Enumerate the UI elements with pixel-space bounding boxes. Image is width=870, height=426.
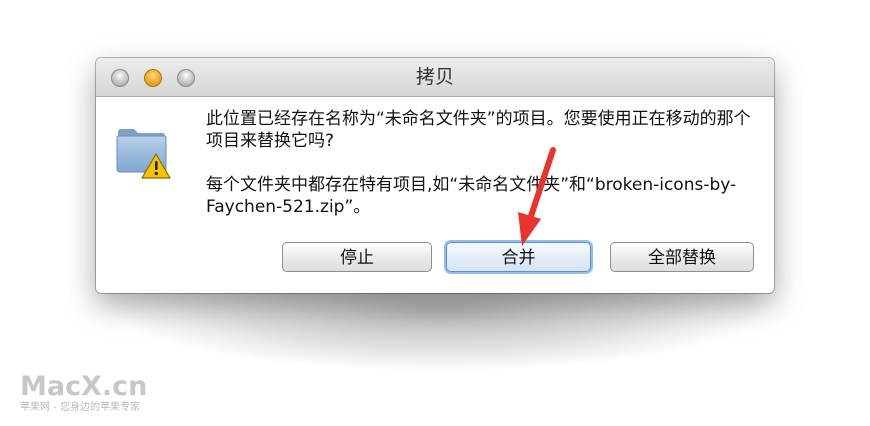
replace-all-button[interactable]: 全部替换 bbox=[610, 242, 754, 272]
watermark: MacX.cn 苹果网 - 您身边的苹果专家 bbox=[20, 372, 147, 414]
copy-dialog: 拷贝 此位置已经存在名称为“未命名文件夹”的项目。您要使用正在移动的那个项目来替… bbox=[96, 58, 774, 293]
stop-button[interactable]: 停止 bbox=[282, 242, 432, 272]
message-secondary: 每个文件夹中都存在特有项目,如“未命名文件夹”和“broken-icons-by… bbox=[206, 175, 737, 217]
title-bar: 拷贝 bbox=[96, 58, 774, 97]
message-primary: 此位置已经存在名称为“未命名文件夹”的项目。您要使用正在移动的那个项目来替换它吗… bbox=[206, 109, 751, 151]
watermark-tagline: 苹果网 - 您身边的苹果专家 bbox=[20, 402, 140, 413]
dialog-message: 此位置已经存在名称为“未命名文件夹”的项目。您要使用正在移动的那个项目来替换它吗… bbox=[206, 108, 754, 218]
folder-warning-icon bbox=[114, 124, 174, 180]
window-title: 拷贝 bbox=[415, 66, 454, 88]
merge-button[interactable]: 合并 bbox=[446, 242, 591, 272]
watermark-logo: MacX.cn bbox=[20, 371, 148, 402]
